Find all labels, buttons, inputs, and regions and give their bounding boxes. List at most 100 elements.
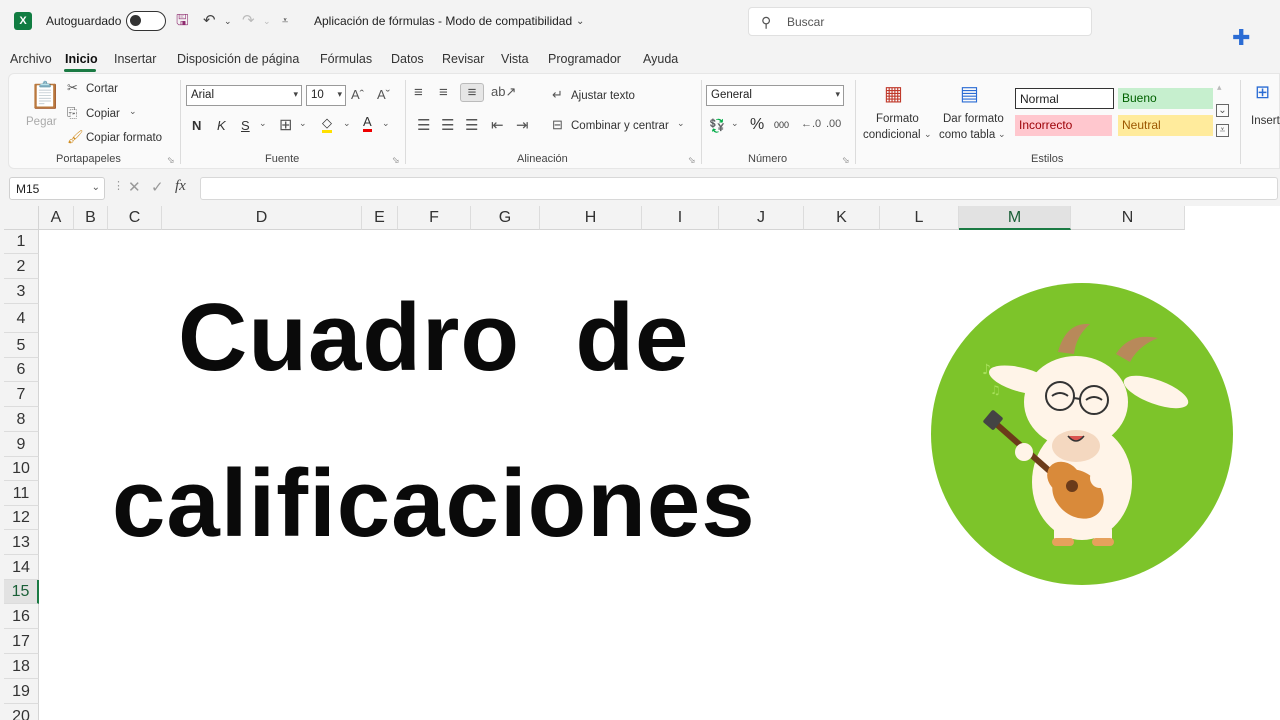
title-dropdown-icon[interactable]: ⌄ (576, 12, 584, 32)
clipboard-launcher-icon[interactable]: ⬂ (167, 155, 175, 166)
align-right-icon[interactable]: ☰ (465, 116, 478, 134)
row-header-6[interactable]: 6 (4, 358, 39, 382)
underline-button[interactable]: S (241, 118, 250, 133)
row-header-16[interactable]: 16 (4, 604, 39, 629)
column-header-i[interactable]: I (642, 206, 719, 230)
formula-input[interactable] (200, 177, 1278, 200)
row-header-13[interactable]: 13 (4, 530, 39, 555)
decrease-indent-icon[interactable]: ⇤ (491, 116, 504, 134)
font-name-select[interactable]: Arial ▾ (186, 85, 302, 106)
row-header-5[interactable]: 5 (4, 333, 39, 358)
row-header-10[interactable]: 10 (4, 457, 39, 481)
styles-scroll-down-icon[interactable]: ⌄ (1216, 104, 1229, 117)
column-header-a[interactable]: A (39, 206, 74, 230)
row-header-1[interactable]: 1 (4, 230, 39, 254)
document-title[interactable]: Aplicación de fórmulas - Modo de compati… (314, 14, 572, 28)
column-header-l[interactable]: L (880, 206, 959, 230)
conditional-dropdown-icon[interactable]: ⌄ (924, 129, 932, 140)
tab-vista[interactable]: Vista (501, 52, 529, 66)
redo-icon[interactable]: ↷ (242, 11, 255, 31)
style-good[interactable]: Bueno (1118, 88, 1213, 109)
merge-center-button[interactable]: Combinar y centrar (571, 120, 669, 132)
insert-cells-icon[interactable]: ⊞ (1255, 82, 1270, 103)
conditional-format-icon[interactable]: ▦ (884, 81, 903, 106)
column-header-c[interactable]: C (108, 206, 162, 230)
column-header-k[interactable]: K (804, 206, 880, 230)
column-header-g[interactable]: G (471, 206, 540, 230)
borders-icon[interactable]: ⊞ (279, 115, 292, 135)
font-launcher-icon[interactable]: ⬂ (392, 155, 400, 166)
row-header-11[interactable]: 11 (4, 481, 39, 506)
fill-color-dropdown-icon[interactable]: ⌄ (343, 118, 351, 129)
font-color-icon[interactable]: A (363, 115, 372, 132)
increase-indent-icon[interactable]: ⇥ (516, 116, 529, 134)
copy-icon[interactable]: ⎘ (67, 105, 77, 121)
tab-inicio[interactable]: Inicio (65, 52, 98, 66)
row-header-2[interactable]: 2 (4, 254, 39, 279)
tab-formulas[interactable]: Fórmulas (320, 52, 372, 66)
undo-icon[interactable]: ↶ (203, 11, 216, 31)
table-dropdown-icon[interactable]: ⌄ (998, 129, 1006, 140)
underline-dropdown-icon[interactable]: ⌄ (259, 118, 267, 129)
font-size-select[interactable]: 10 ▾ (306, 85, 346, 106)
column-header-b[interactable]: B (74, 206, 108, 230)
align-top-icon[interactable]: ≡ (414, 84, 423, 101)
select-all-corner[interactable] (4, 206, 39, 230)
cut-button[interactable]: Cortar (86, 83, 118, 95)
format-painter-button[interactable]: Copiar formato (86, 132, 162, 144)
tab-disposicion[interactable]: Disposición de página (177, 52, 299, 66)
column-header-n[interactable]: N (1071, 206, 1185, 230)
decrease-decimal-icon[interactable]: .00 (826, 118, 841, 130)
insert-cells-button[interactable]: Insertar (1251, 115, 1280, 127)
conditional-format-line1[interactable]: Formato (876, 113, 919, 125)
name-box[interactable]: M15 ⌄ (9, 177, 105, 200)
cancel-icon[interactable]: ✕ (128, 178, 141, 196)
orientation-icon[interactable]: ab↗ (491, 84, 516, 100)
style-neutral[interactable]: Neutral (1118, 115, 1213, 136)
font-color-dropdown-icon[interactable]: ⌄ (382, 118, 390, 129)
accounting-format-icon[interactable]: 💱 (709, 118, 725, 134)
column-header-e[interactable]: E (362, 206, 398, 230)
row-header-3[interactable]: 3 (4, 279, 39, 304)
redo-dropdown-icon[interactable]: ⌄ (263, 11, 271, 31)
merge-center-icon[interactable]: ⊟ (552, 117, 563, 133)
column-header-h[interactable]: H (540, 206, 642, 230)
customize-quick-access-icon[interactable]: ⩡ (282, 11, 288, 31)
align-left-icon[interactable]: ☰ (417, 116, 430, 134)
column-header-j[interactable]: J (719, 206, 804, 230)
format-as-table-line1[interactable]: Dar formato (943, 113, 1004, 125)
row-header-7[interactable]: 7 (4, 382, 39, 407)
format-as-table-icon[interactable]: ▤ (960, 81, 979, 106)
wrap-text-button[interactable]: Ajustar texto (571, 90, 635, 102)
row-header-9[interactable]: 9 (4, 432, 39, 457)
column-header-m[interactable]: M (959, 206, 1071, 230)
paste-icon[interactable]: 📋 (29, 80, 61, 111)
merge-dropdown-icon[interactable]: ⌄ (677, 118, 685, 129)
italic-button[interactable]: K (217, 118, 226, 133)
fill-color-icon[interactable]: ◇ (322, 116, 332, 133)
tab-insertar[interactable]: Insertar (114, 52, 156, 66)
styles-more-icon[interactable]: ⩡ (1216, 124, 1229, 137)
increase-font-icon[interactable]: Aˆ (351, 87, 364, 102)
align-bottom-icon[interactable]: ≡ (460, 83, 484, 102)
tab-archivo[interactable]: Archivo (10, 52, 52, 66)
row-header-20[interactable]: 20 (4, 704, 39, 720)
row-header-8[interactable]: 8 (4, 407, 39, 432)
row-header-17[interactable]: 17 (4, 629, 39, 654)
accounting-dropdown-icon[interactable]: ⌄ (731, 118, 739, 129)
tab-datos[interactable]: Datos (391, 52, 424, 66)
save-icon[interactable]: 🖫 (176, 11, 189, 31)
tab-programador[interactable]: Programador (548, 52, 621, 66)
paste-button[interactable]: Pegar (26, 116, 57, 128)
tab-ayuda[interactable]: Ayuda (643, 52, 678, 66)
align-middle-icon[interactable]: ≡ (439, 84, 448, 101)
more-options-icon[interactable]: ⋮ (113, 179, 124, 192)
format-as-table-line2[interactable]: como tabla (939, 129, 995, 141)
style-bad[interactable]: Incorrecto (1015, 115, 1112, 136)
align-center-icon[interactable]: ☰ (441, 116, 454, 134)
search-box[interactable]: ⚲ Buscar (748, 7, 1092, 36)
row-header-19[interactable]: 19 (4, 679, 39, 704)
enter-icon[interactable]: ✓ (151, 178, 164, 196)
borders-dropdown-icon[interactable]: ⌄ (299, 118, 307, 129)
styles-scroll-up-icon[interactable]: ▴ (1217, 82, 1222, 93)
